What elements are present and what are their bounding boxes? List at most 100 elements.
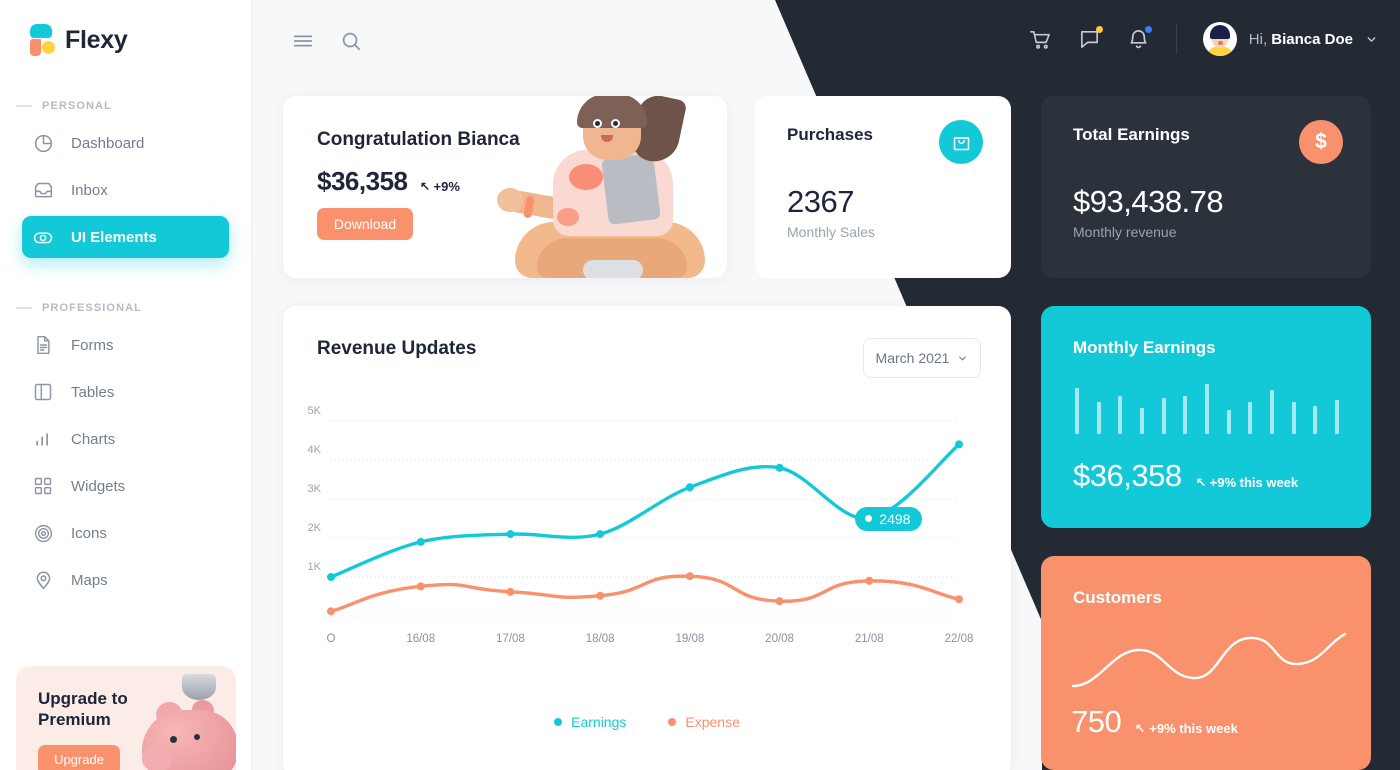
- brand-logo[interactable]: Flexy: [0, 0, 251, 56]
- sidebar-item-label: Maps: [71, 571, 108, 589]
- search-icon[interactable]: [340, 30, 362, 52]
- piggy-bank-illustration: [130, 674, 236, 770]
- sidebar-item-forms[interactable]: Forms: [22, 324, 229, 366]
- purchases-title: Purchases: [787, 125, 873, 144]
- sidebar: Flexy PERSONAL Dashboard Inbox UI Elemen…: [0, 0, 252, 770]
- chart-point: [506, 587, 515, 596]
- upgrade-promo-card[interactable]: Upgrade to Premium Upgrade: [16, 666, 236, 770]
- cart-button[interactable]: [1029, 28, 1052, 51]
- x-axis-tick-label: 18/08: [586, 633, 615, 645]
- sidebar-item-label: Tables: [71, 383, 115, 401]
- x-axis-tick-label: 20/08: [765, 633, 794, 645]
- monthly-earnings-amount: $36,358: [1073, 458, 1182, 493]
- sidebar-item-widgets[interactable]: Widgets: [22, 465, 229, 507]
- map-pin-icon: [32, 569, 54, 591]
- revenue-chart: 1K 2K 3K 4K 5K O 16/08 17/08 18/08 19/08 20/08 21/0…: [283, 401, 1011, 691]
- chart-point: [955, 440, 963, 449]
- chart-point: [955, 595, 963, 604]
- chart-point: [685, 483, 694, 492]
- chart-svg: 1K 2K 3K 4K 5K O 16/08 17/08 18/08 19/08 20/08 21/0…: [308, 405, 974, 645]
- user-name: Bianca Doe: [1271, 30, 1353, 48]
- hamburger-icon[interactable]: [292, 30, 314, 52]
- sidebar-item-inbox[interactable]: Inbox: [22, 169, 229, 211]
- chart-point: [685, 572, 694, 581]
- flexy-logo-icon: [22, 24, 55, 56]
- chart-point: [865, 576, 874, 585]
- legend-item-earnings[interactable]: Earnings: [554, 714, 626, 730]
- chart-legend: Earnings Expense: [283, 714, 1011, 730]
- inbox-icon: [32, 179, 54, 201]
- bar-chart-icon: [32, 428, 54, 450]
- sidebar-item-maps[interactable]: Maps: [22, 559, 229, 601]
- shopping-cart-icon: [1029, 30, 1050, 49]
- purchases-card: Purchases 2367 Monthly Sales: [755, 96, 1011, 278]
- x-axis-tick-label: 17/08: [496, 633, 525, 645]
- section-dash-icon: [16, 307, 32, 309]
- monthly-earnings-bar: [1183, 396, 1188, 434]
- legend-item-expense[interactable]: Expense: [668, 714, 740, 730]
- dashboard-root: Flexy PERSONAL Dashboard Inbox UI Elemen…: [0, 0, 1400, 770]
- download-button[interactable]: Download: [317, 208, 413, 240]
- notifications-badge-dot: [1144, 25, 1152, 33]
- sidebar-item-tables[interactable]: Tables: [22, 371, 229, 413]
- greeting-prefix: Hi,: [1248, 30, 1272, 48]
- trend-up-icon: ↗: [1195, 475, 1206, 489]
- total-earnings-card: Total Earnings $93,438.78 Monthly revenu…: [1041, 96, 1371, 278]
- sidebar-item-dashboard[interactable]: Dashboard: [22, 122, 229, 164]
- congrats-amount: $36,358: [317, 166, 408, 196]
- monthly-earnings-bar: [1096, 402, 1101, 434]
- chart-point: [775, 463, 784, 472]
- sidebar-section-professional: PROFESSIONAL: [0, 302, 251, 314]
- chart-point: [327, 573, 335, 581]
- customers-change: ↗ +9% this week: [1135, 720, 1238, 736]
- topbar-left: [292, 30, 362, 52]
- sidebar-item-icons[interactable]: Icons: [22, 512, 229, 554]
- monthly-earnings-change: ↗ +9% this week: [1195, 474, 1299, 490]
- upgrade-button[interactable]: Upgrade: [38, 744, 120, 770]
- congratulations-card: Congratulation Bianca $36,358 ↗ +9% Down…: [283, 96, 727, 278]
- tooltip-value: 2498: [879, 510, 911, 527]
- brand-name: Flexy: [65, 25, 128, 54]
- messages-badge-dot: [1095, 25, 1103, 33]
- customers-amount: 750: [1071, 704, 1122, 739]
- chevron-down-icon[interactable]: [1365, 33, 1378, 46]
- sidebar-item-label: Inbox: [71, 181, 108, 199]
- shopping-bag-icon: [939, 120, 983, 164]
- monthly-earnings-bar: [1226, 410, 1231, 434]
- messages-button[interactable]: [1078, 25, 1103, 51]
- chart-line-expense: [329, 574, 961, 614]
- user-menu[interactable]: Hi, Bianca Doe: [1202, 22, 1378, 56]
- total-earnings-subtitle: Monthly revenue: [1073, 224, 1177, 240]
- congrats-amount-row: $36,358 ↗ +9%: [317, 166, 460, 197]
- monthly-earnings-bar: [1075, 388, 1079, 434]
- sidebar-item-ui-elements[interactable]: UI Elements: [22, 216, 229, 258]
- notifications-button[interactable]: [1127, 25, 1152, 51]
- monthly-earnings-bar: [1204, 384, 1209, 434]
- x-axis-tick-label: 21/08: [855, 633, 884, 645]
- period-select[interactable]: March 2021: [863, 338, 981, 378]
- chart-point: [775, 597, 784, 606]
- revenue-updates-card: Revenue Updates March 2021 1K 2K 3K 4K 5K O 16…: [283, 306, 1011, 770]
- monthly-earnings-bar: [1269, 390, 1274, 434]
- sidebar-item-label: Charts: [71, 430, 116, 448]
- avatar: [1202, 22, 1237, 56]
- congrats-title: Congratulation Bianca: [317, 129, 520, 150]
- x-axis-tick-label: O: [327, 633, 336, 645]
- chart-point: [327, 607, 335, 616]
- y-axis-tick-label: 5K: [308, 405, 322, 417]
- sidebar-item-charts[interactable]: Charts: [22, 418, 229, 460]
- customers-card: Customers 750 ↗ +9% this week: [1041, 556, 1371, 770]
- legend-dot-icon: [554, 718, 563, 726]
- target-icon: [32, 522, 54, 544]
- monthly-earnings-bar: [1248, 402, 1253, 434]
- sidebar-section-personal: PERSONAL: [0, 100, 251, 112]
- tooltip-dot-icon: [865, 515, 873, 523]
- trend-up-icon: ↗: [1135, 721, 1146, 735]
- customers-title: Customers: [1073, 588, 1162, 607]
- chart-point: [596, 530, 605, 539]
- section-label: PERSONAL: [42, 100, 112, 112]
- x-axis-tick-label: 16/08: [406, 633, 435, 645]
- girl-illustration: [497, 96, 727, 278]
- table-icon: [32, 381, 54, 403]
- chart-point: [416, 582, 425, 591]
